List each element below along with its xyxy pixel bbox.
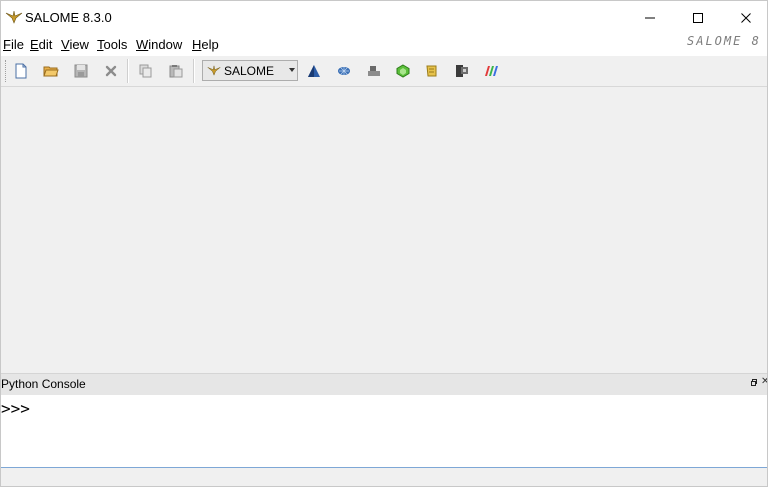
- menu-tools[interactable]: Tools: [97, 37, 127, 52]
- open-folder-icon: [43, 66, 59, 77]
- salome-module-icon: [207, 65, 221, 76]
- smesh-module-button[interactable]: [393, 61, 413, 81]
- salome-logo-icon: [5, 10, 23, 24]
- jobmanager-module-icon: [426, 65, 437, 77]
- save-icon: [74, 64, 88, 78]
- geometry-module-button[interactable]: [304, 61, 324, 81]
- main-toolbar: SALOME: [1, 56, 767, 87]
- maximize-icon: [693, 12, 703, 23]
- title-bar[interactable]: SALOME 8.3.0: [1, 1, 767, 34]
- close-document-icon: [105, 65, 117, 77]
- new-document-icon: [15, 63, 27, 79]
- paravis-module-icon: [456, 65, 468, 77]
- menu-file[interactable]: File: [3, 37, 24, 52]
- new-document-button[interactable]: [11, 61, 31, 81]
- minimize-icon: [645, 17, 655, 18]
- toolbar-grip[interactable]: [5, 60, 8, 82]
- close-button[interactable]: [723, 1, 767, 34]
- float-dock-icon[interactable]: [751, 379, 757, 386]
- python-console[interactable]: >>>: [1, 395, 767, 467]
- copy-icon: [139, 64, 152, 78]
- chevron-down-icon: [289, 68, 295, 72]
- mesh-module-button[interactable]: [334, 61, 354, 81]
- status-bar: [1, 468, 767, 486]
- paste-icon: [169, 65, 183, 78]
- close-document-button[interactable]: [101, 61, 121, 81]
- paste-button[interactable]: [166, 61, 186, 81]
- open-button[interactable]: [41, 61, 61, 81]
- visualization-module-icon: [485, 66, 498, 76]
- minimize-button[interactable]: [627, 1, 673, 34]
- menu-edit[interactable]: Edit: [30, 37, 52, 52]
- menu-bar: File Edit View Tools Window Help SALOME …: [1, 34, 767, 56]
- python-console-titlebar[interactable]: Python Console ✕: [1, 373, 767, 396]
- visualization-module-button[interactable]: [482, 61, 502, 81]
- central-workspace[interactable]: [1, 87, 767, 372]
- yacs-module-button[interactable]: [364, 61, 384, 81]
- python-console-title: Python Console: [1, 377, 86, 391]
- mesh-module-icon: [338, 67, 350, 75]
- maximize-button[interactable]: [675, 1, 721, 34]
- console-prompt: >>>: [1, 399, 30, 418]
- salome-main-window: SALOME 8.3.0 File Edit View Tools Window…: [0, 0, 768, 487]
- smesh-module-icon: [396, 64, 410, 78]
- close-icon: [741, 12, 751, 23]
- menu-help[interactable]: Help: [192, 37, 219, 52]
- salome-brand-logo: SALOME 8: [687, 34, 761, 48]
- toolbar-separator: [127, 59, 129, 83]
- copy-button[interactable]: [136, 61, 156, 81]
- jobmanager-module-button[interactable]: [422, 61, 442, 81]
- yacs-module-icon: [368, 66, 380, 76]
- toolbar-separator: [193, 59, 195, 83]
- menu-view[interactable]: View: [61, 37, 89, 52]
- close-dock-icon[interactable]: ✕: [761, 376, 767, 387]
- paravis-module-button[interactable]: [452, 61, 472, 81]
- window-title: SALOME 8.3.0: [25, 10, 112, 25]
- module-selector-value: SALOME: [224, 64, 275, 78]
- module-selector[interactable]: SALOME: [202, 60, 298, 81]
- save-button[interactable]: [71, 61, 91, 81]
- geometry-module-icon: [308, 65, 320, 77]
- menu-window[interactable]: Window: [136, 37, 182, 52]
